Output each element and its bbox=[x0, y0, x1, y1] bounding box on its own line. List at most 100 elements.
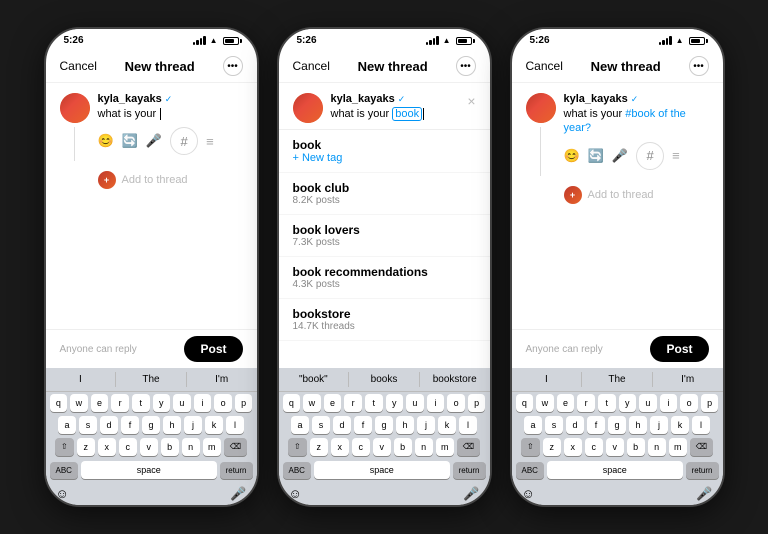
key-r-p2[interactable]: r bbox=[344, 394, 362, 412]
key-u[interactable]: u bbox=[173, 394, 191, 412]
key-e-p3[interactable]: e bbox=[557, 394, 575, 412]
key-q-p2[interactable]: q bbox=[283, 394, 301, 412]
key-o-p3[interactable]: o bbox=[680, 394, 698, 412]
key-m-p2[interactable]: m bbox=[436, 438, 454, 456]
key-c[interactable]: c bbox=[119, 438, 137, 456]
suggestion-item-book[interactable]: book + New tag bbox=[279, 130, 490, 173]
suggestion-book-quoted[interactable]: "book" bbox=[279, 372, 350, 387]
key-v-p3[interactable]: v bbox=[606, 438, 624, 456]
key-x-p3[interactable]: x bbox=[564, 438, 582, 456]
more-icon-3[interactable]: ≡ bbox=[672, 148, 680, 163]
key-k[interactable]: k bbox=[205, 416, 223, 434]
key-o[interactable]: o bbox=[214, 394, 232, 412]
key-l[interactable]: l bbox=[226, 416, 244, 434]
key-d-p3[interactable]: d bbox=[566, 416, 584, 434]
suggestion-im-p3[interactable]: I'm bbox=[653, 372, 723, 387]
key-a-p3[interactable]: a bbox=[524, 416, 542, 434]
close-dropdown-icon[interactable]: × bbox=[467, 93, 475, 127]
more-icon-1[interactable]: ≡ bbox=[206, 134, 214, 149]
key-k-p3[interactable]: k bbox=[671, 416, 689, 434]
key-space-p3[interactable]: space bbox=[547, 461, 683, 479]
key-d-p2[interactable]: d bbox=[333, 416, 351, 434]
key-p-p3[interactable]: p bbox=[701, 394, 719, 412]
more-button-1[interactable]: ••• bbox=[223, 56, 243, 76]
key-t-p3[interactable]: t bbox=[598, 394, 616, 412]
key-t[interactable]: t bbox=[132, 394, 150, 412]
key-m[interactable]: m bbox=[203, 438, 221, 456]
key-y[interactable]: y bbox=[153, 394, 171, 412]
key-space[interactable]: space bbox=[81, 461, 217, 479]
suggestion-item-bookstore[interactable]: bookstore 14.7K threads bbox=[279, 299, 490, 341]
gif-icon-3[interactable]: 🔄 bbox=[588, 148, 604, 164]
key-t-p2[interactable]: t bbox=[365, 394, 383, 412]
key-s-p3[interactable]: s bbox=[545, 416, 563, 434]
mic-keyboard-icon[interactable]: 🎤 bbox=[230, 486, 246, 502]
key-s-p2[interactable]: s bbox=[312, 416, 330, 434]
key-e[interactable]: e bbox=[91, 394, 109, 412]
key-b[interactable]: b bbox=[161, 438, 179, 456]
key-x-p2[interactable]: x bbox=[331, 438, 349, 456]
key-h[interactable]: h bbox=[163, 416, 181, 434]
key-shift-p2[interactable]: ⇧ bbox=[288, 438, 307, 456]
key-v[interactable]: v bbox=[140, 438, 158, 456]
key-g[interactable]: g bbox=[142, 416, 160, 434]
emoji-keyboard-icon-p3[interactable]: ☺ bbox=[522, 486, 535, 502]
post-button-3[interactable]: Post bbox=[650, 336, 708, 362]
key-u-p2[interactable]: u bbox=[406, 394, 424, 412]
hashtag-icon-1[interactable]: # bbox=[170, 127, 198, 155]
key-p-p2[interactable]: p bbox=[468, 394, 486, 412]
key-return-p3[interactable]: return bbox=[686, 462, 719, 479]
key-f-p3[interactable]: f bbox=[587, 416, 605, 434]
key-r[interactable]: r bbox=[111, 394, 129, 412]
suggestion-the[interactable]: The bbox=[116, 372, 187, 387]
emoji-keyboard-icon-p2[interactable]: ☺ bbox=[289, 486, 302, 502]
key-delete[interactable]: ⌫ bbox=[224, 438, 247, 456]
key-abc[interactable]: ABC bbox=[50, 462, 78, 479]
key-m-p3[interactable]: m bbox=[669, 438, 687, 456]
cancel-button-1[interactable]: Cancel bbox=[60, 59, 97, 73]
key-g-p2[interactable]: g bbox=[375, 416, 393, 434]
key-return-p2[interactable]: return bbox=[453, 462, 486, 479]
key-shift[interactable]: ⇧ bbox=[55, 438, 74, 456]
emoji-keyboard-icon[interactable]: ☺ bbox=[56, 486, 69, 502]
cancel-button-3[interactable]: Cancel bbox=[526, 59, 563, 73]
key-y-p2[interactable]: y bbox=[386, 394, 404, 412]
suggestion-bookstore-key[interactable]: bookstore bbox=[420, 372, 490, 387]
key-k-p2[interactable]: k bbox=[438, 416, 456, 434]
key-space-p2[interactable]: space bbox=[314, 461, 450, 479]
key-h-p3[interactable]: h bbox=[629, 416, 647, 434]
key-v-p2[interactable]: v bbox=[373, 438, 391, 456]
key-a-p2[interactable]: a bbox=[291, 416, 309, 434]
key-r-p3[interactable]: r bbox=[577, 394, 595, 412]
key-abc-p3[interactable]: ABC bbox=[516, 462, 544, 479]
suggestion-the-p3[interactable]: The bbox=[582, 372, 653, 387]
key-n-p3[interactable]: n bbox=[648, 438, 666, 456]
key-n-p2[interactable]: n bbox=[415, 438, 433, 456]
emoji-icon-1[interactable]: 😊 bbox=[98, 133, 114, 149]
post-text-3[interactable]: what is your #book of the year? bbox=[564, 107, 709, 136]
key-q[interactable]: q bbox=[50, 394, 68, 412]
key-z-p3[interactable]: z bbox=[543, 438, 561, 456]
key-i-p3[interactable]: i bbox=[660, 394, 678, 412]
key-abc-p2[interactable]: ABC bbox=[283, 462, 311, 479]
key-delete-p2[interactable]: ⌫ bbox=[457, 438, 480, 456]
add-to-thread-3[interactable]: + Add to thread bbox=[512, 182, 723, 208]
suggestion-i-p3[interactable]: I bbox=[512, 372, 583, 387]
key-x[interactable]: x bbox=[98, 438, 116, 456]
key-c-p3[interactable]: c bbox=[585, 438, 603, 456]
mic-icon-3[interactable]: 🎤 bbox=[612, 148, 628, 164]
gif-icon-1[interactable]: 🔄 bbox=[122, 133, 138, 149]
key-a[interactable]: a bbox=[58, 416, 76, 434]
suggestion-books[interactable]: books bbox=[349, 372, 420, 387]
key-j-p2[interactable]: j bbox=[417, 416, 435, 434]
post-button-1[interactable]: Post bbox=[184, 336, 242, 362]
post-text-2[interactable]: what is your book bbox=[331, 107, 460, 121]
key-d[interactable]: d bbox=[100, 416, 118, 434]
key-return[interactable]: return bbox=[220, 462, 253, 479]
suggestion-im[interactable]: I'm bbox=[187, 372, 257, 387]
key-o-p2[interactable]: o bbox=[447, 394, 465, 412]
emoji-icon-3[interactable]: 😊 bbox=[564, 148, 580, 164]
key-b-p3[interactable]: b bbox=[627, 438, 645, 456]
post-text-1[interactable]: what is your bbox=[98, 107, 243, 121]
key-delete-p3[interactable]: ⌫ bbox=[690, 438, 713, 456]
